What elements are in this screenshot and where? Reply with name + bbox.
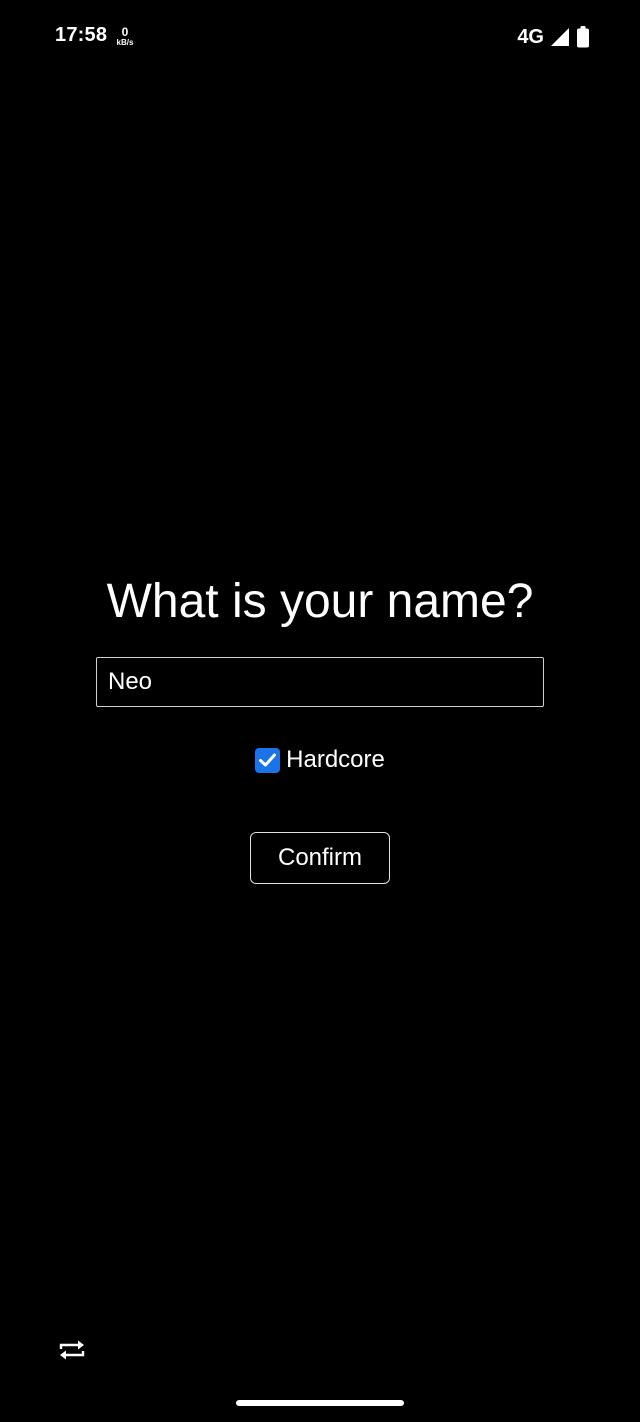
network-type: 4G — [517, 25, 544, 48]
name-input[interactable] — [96, 657, 544, 707]
status-time: 17:58 — [55, 24, 108, 46]
network-speed: 0 kB/s — [113, 26, 137, 47]
rotate-icon[interactable] — [57, 1338, 87, 1362]
status-bar: 17:58 0 kB/s 4G — [0, 0, 640, 72]
network-speed-value: 0 — [121, 25, 129, 39]
status-icons: 4G — [517, 24, 590, 50]
hardcore-label: Hardcore — [286, 746, 385, 773]
network-speed-unit: kB/s — [116, 38, 134, 47]
page-title: What is your name? — [106, 575, 534, 628]
hardcore-option[interactable]: Hardcore — [0, 745, 640, 775]
battery-icon — [576, 26, 590, 48]
hardcore-checkbox[interactable] — [255, 747, 281, 773]
signal-icon — [550, 27, 570, 47]
confirm-button[interactable]: Confirm — [250, 832, 390, 884]
home-indicator[interactable] — [236, 1400, 404, 1406]
checkmark-icon — [259, 753, 277, 767]
app-screen: 17:58 0 kB/s 4G What is your name? Neo H… — [0, 0, 640, 1422]
